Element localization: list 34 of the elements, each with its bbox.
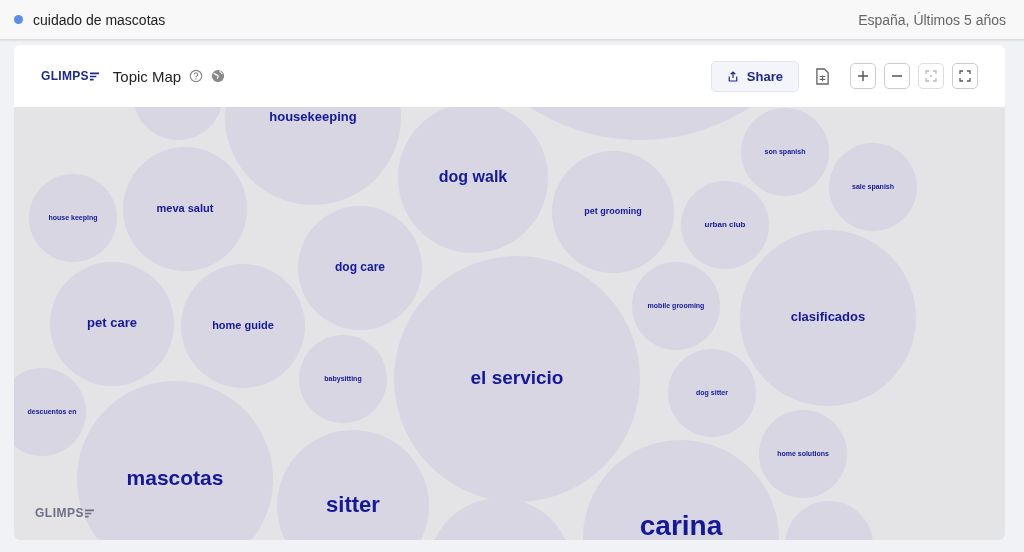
glimpse-logo: GLIMPS (41, 69, 99, 83)
topic-label: clasificados (790, 309, 866, 325)
status-dot-icon (14, 15, 23, 24)
topic-label: pet care (87, 315, 137, 331)
topic-label: dog care (335, 260, 385, 275)
spreadsheet-icon[interactable] (815, 67, 830, 85)
topic-label: housekeeping (269, 109, 357, 125)
topic-label: carina (639, 510, 723, 540)
zoom-out-button[interactable] (884, 63, 910, 89)
logo-lines-icon (85, 508, 94, 518)
watermark-logo: GLIMPS (35, 506, 94, 520)
help-icon[interactable] (189, 69, 204, 83)
globe-icon[interactable] (211, 69, 226, 83)
topic-label: meva salut (156, 201, 214, 214)
zoom-in-button[interactable] (850, 63, 876, 89)
card-title: Topic Map (112, 67, 182, 85)
share-button[interactable]: Share (710, 60, 799, 92)
topic-label: el servicio (470, 367, 564, 388)
region-period-label: España, Últimos 5 años (858, 11, 1006, 28)
focus-frame-icon (925, 70, 937, 82)
topic-label: urban club (704, 220, 746, 230)
fullscreen-button[interactable] (952, 63, 978, 89)
topic-label: pet grooming (584, 206, 642, 217)
topic-label: dog walk (438, 168, 508, 186)
expand-corners-icon (959, 70, 971, 82)
topic-label: home guide (212, 318, 274, 331)
plus-icon (857, 70, 869, 82)
upload-icon (726, 69, 739, 83)
logo-lines-icon (89, 71, 99, 81)
fit-view-button[interactable] (918, 63, 944, 89)
topic-label: sitter (326, 491, 380, 517)
topic-bubble[interactable] (583, 440, 779, 540)
topic-label: mascotas (126, 465, 224, 489)
search-query: cuidado de mascotas (33, 11, 166, 28)
